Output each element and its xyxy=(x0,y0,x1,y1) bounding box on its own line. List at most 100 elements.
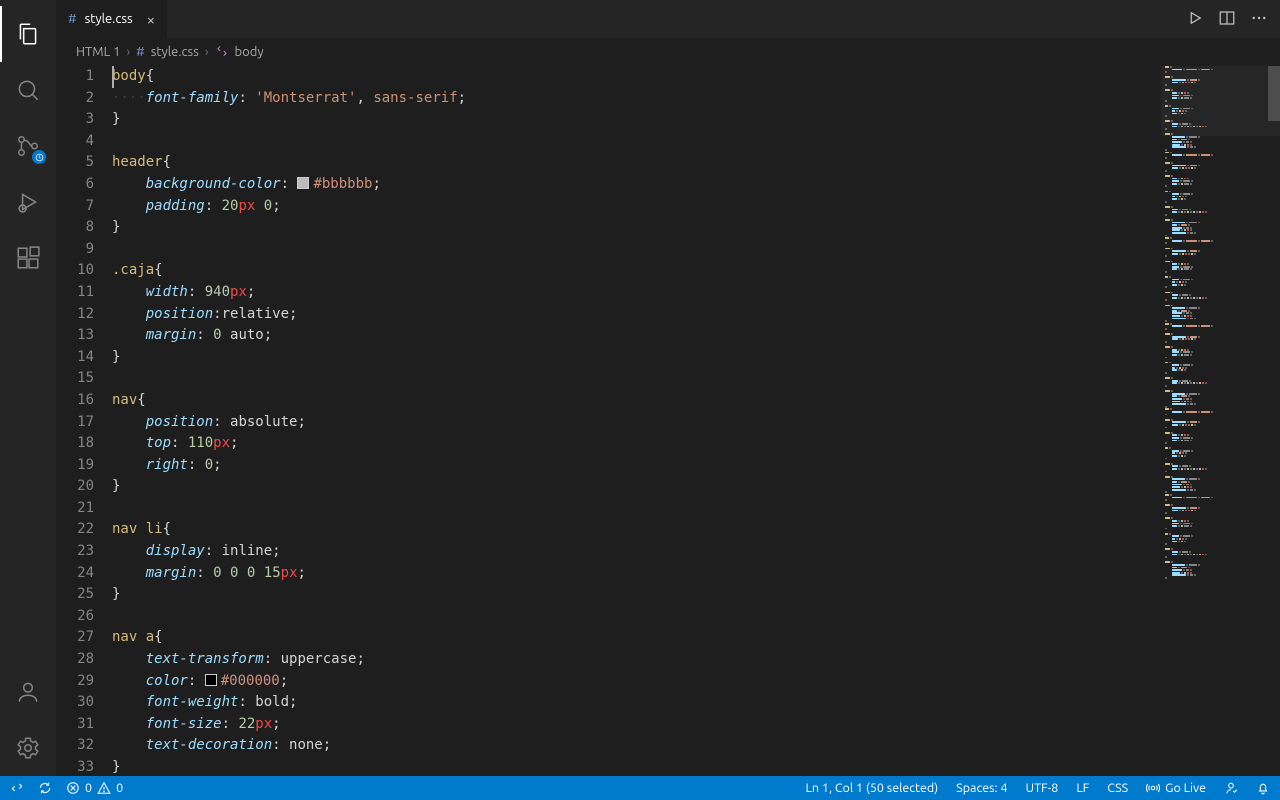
code-line[interactable]: padding: 20px 0; xyxy=(112,196,1160,218)
extensions-icon[interactable] xyxy=(0,230,56,286)
chevron-right-icon: › xyxy=(205,45,209,59)
code-line[interactable] xyxy=(112,606,1160,628)
code-line[interactable]: text-transform: uppercase; xyxy=(112,649,1160,671)
minimap[interactable] xyxy=(1160,66,1280,776)
code-line[interactable]: width: 940px; xyxy=(112,282,1160,304)
status-language[interactable]: CSS xyxy=(1107,781,1128,795)
code-line[interactable]: position: absolute; xyxy=(112,412,1160,434)
line-number: 17 xyxy=(56,412,94,434)
symbol-icon xyxy=(215,44,229,61)
code-line[interactable]: header{ xyxy=(112,152,1160,174)
run-icon[interactable] xyxy=(1186,9,1204,30)
search-icon[interactable] xyxy=(0,62,56,118)
code-line[interactable]: } xyxy=(112,476,1160,498)
code-line[interactable] xyxy=(112,239,1160,261)
breadcrumb-project[interactable]: HTML 1 xyxy=(76,45,121,59)
feedback-icon[interactable] xyxy=(1224,781,1238,795)
line-number: 33 xyxy=(56,757,94,779)
code-line[interactable]: font-weight: bold; xyxy=(112,692,1160,714)
line-number: 16 xyxy=(56,390,94,412)
code-line[interactable]: position:relative; xyxy=(112,304,1160,326)
account-icon[interactable] xyxy=(0,664,56,720)
css-file-icon: # xyxy=(68,12,77,26)
line-number: 23 xyxy=(56,541,94,563)
line-number: 10 xyxy=(56,260,94,282)
code-line[interactable]: .caja{ xyxy=(112,260,1160,282)
status-spaces[interactable]: Spaces: 4 xyxy=(956,781,1007,795)
code-line[interactable]: } xyxy=(112,347,1160,369)
status-bar: 0 0 Ln 1, Col 1 (50 selected) Spaces: 4 … xyxy=(0,776,1280,800)
line-number: 4 xyxy=(56,131,94,153)
color-swatch-icon xyxy=(297,177,309,189)
line-number: 24 xyxy=(56,563,94,585)
code-line[interactable]: } xyxy=(112,109,1160,131)
code-line[interactable]: text-decoration: none; xyxy=(112,735,1160,757)
code-line[interactable] xyxy=(112,368,1160,390)
code-line[interactable]: color: #000000; xyxy=(112,671,1160,693)
code-line[interactable]: body{ xyxy=(112,66,1160,88)
line-number: 3 xyxy=(56,109,94,131)
code-area[interactable]: body{····font-family: 'Montserrat', sans… xyxy=(112,66,1160,776)
code-line[interactable]: } xyxy=(112,584,1160,606)
code-line[interactable]: margin: 0 0 0 15px; xyxy=(112,563,1160,585)
tab-style-css[interactable]: # style.css × xyxy=(56,0,168,38)
vertical-scrollbar[interactable] xyxy=(1268,66,1280,776)
chevron-right-icon: › xyxy=(127,45,131,59)
code-line[interactable]: } xyxy=(112,217,1160,239)
code-line[interactable]: ····font-family: 'Montserrat', sans-seri… xyxy=(112,88,1160,110)
close-tab-icon[interactable]: × xyxy=(147,11,155,28)
line-number: 6 xyxy=(56,174,94,196)
code-line[interactable]: nav li{ xyxy=(112,519,1160,541)
code-line[interactable]: } xyxy=(112,757,1160,776)
color-swatch-icon xyxy=(205,674,217,686)
line-number: 26 xyxy=(56,606,94,628)
status-cursor[interactable]: Ln 1, Col 1 (50 selected) xyxy=(806,781,939,795)
pending-badge-icon xyxy=(32,150,46,164)
code-line[interactable] xyxy=(112,131,1160,153)
line-number: 2 xyxy=(56,88,94,110)
breadcrumb-symbol[interactable]: body xyxy=(235,45,264,59)
code-line[interactable]: top: 110px; xyxy=(112,433,1160,455)
code-line[interactable]: font-size: 22px; xyxy=(112,714,1160,736)
remote-icon[interactable] xyxy=(10,781,24,795)
line-number: 25 xyxy=(56,584,94,606)
code-line[interactable]: background-color: #bbbbbb; xyxy=(112,174,1160,196)
line-number: 11 xyxy=(56,282,94,304)
code-line[interactable]: nav a{ xyxy=(112,627,1160,649)
status-encoding[interactable]: UTF-8 xyxy=(1026,781,1059,795)
code-line[interactable]: right: 0; xyxy=(112,455,1160,477)
code-line[interactable]: nav{ xyxy=(112,390,1160,412)
line-number-gutter: 1234567891011121314151617181920212223242… xyxy=(56,66,112,776)
explorer-icon[interactable] xyxy=(0,6,56,62)
code-line[interactable]: margin: 0 auto; xyxy=(112,325,1160,347)
code-line[interactable]: display: inline; xyxy=(112,541,1160,563)
more-actions-icon[interactable] xyxy=(1250,9,1268,30)
css-file-icon: # xyxy=(136,45,145,59)
code-line[interactable] xyxy=(112,498,1160,520)
settings-gear-icon[interactable] xyxy=(0,720,56,776)
status-problems[interactable]: 0 0 xyxy=(66,781,123,795)
run-debug-icon[interactable] xyxy=(0,174,56,230)
line-number: 28 xyxy=(56,649,94,671)
split-editor-icon[interactable] xyxy=(1218,9,1236,30)
go-live-button[interactable]: Go Live xyxy=(1146,781,1206,795)
status-eol[interactable]: LF xyxy=(1076,781,1089,795)
activity-bar xyxy=(0,0,56,776)
source-control-icon[interactable] xyxy=(0,118,56,174)
line-number: 22 xyxy=(56,519,94,541)
minimap-viewport[interactable] xyxy=(1161,66,1280,136)
scrollbar-thumb[interactable] xyxy=(1268,66,1280,121)
text-cursor xyxy=(112,66,114,88)
tab-filename: style.css xyxy=(85,12,133,26)
breadcrumb-file[interactable]: style.css xyxy=(151,45,199,59)
line-number: 1 xyxy=(56,66,94,88)
sync-icon[interactable] xyxy=(38,781,52,795)
line-number: 15 xyxy=(56,368,94,390)
notifications-bell-icon[interactable] xyxy=(1256,781,1270,795)
tab-bar: # style.css × xyxy=(56,0,1280,38)
line-number: 21 xyxy=(56,498,94,520)
line-number: 32 xyxy=(56,735,94,757)
line-number: 7 xyxy=(56,196,94,218)
editor[interactable]: 1234567891011121314151617181920212223242… xyxy=(56,66,1280,776)
breadcrumb[interactable]: HTML 1 › # style.css › body xyxy=(56,38,1280,66)
